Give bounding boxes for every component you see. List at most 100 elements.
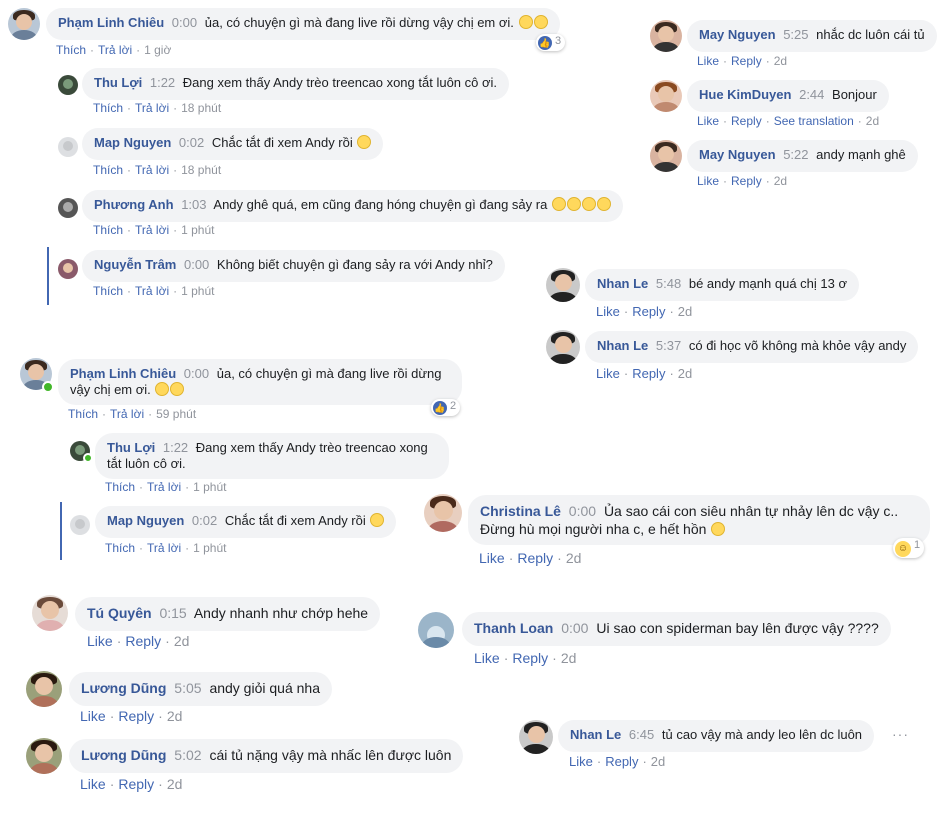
avatar[interactable] — [418, 612, 454, 648]
timestamp-link[interactable]: 5:25 — [783, 27, 808, 42]
reply-button[interactable]: Reply — [731, 114, 762, 128]
reply-button[interactable]: Reply — [512, 650, 548, 666]
commenter-name[interactable]: May Nguyen — [699, 147, 776, 162]
like-button[interactable]: Like — [697, 54, 719, 68]
like-button[interactable]: Like — [80, 708, 106, 724]
commenter-name[interactable]: Nhan Le — [597, 338, 648, 353]
commenter-name[interactable]: Christina Lê — [480, 503, 561, 519]
time-ago[interactable]: 1 giờ — [144, 43, 171, 57]
commenter-name[interactable]: Lương Dũng — [81, 747, 166, 763]
timestamp-link[interactable]: 0:00 — [172, 15, 197, 30]
like-button[interactable]: Like — [596, 366, 620, 381]
timestamp-link[interactable]: 5:05 — [174, 680, 201, 696]
timestamp-link[interactable]: 1:22 — [150, 75, 175, 90]
avatar[interactable] — [424, 494, 462, 532]
avatar[interactable] — [58, 259, 78, 279]
time-ago[interactable]: 2d — [678, 304, 692, 319]
commenter-name[interactable]: Tú Quyên — [87, 605, 152, 621]
reply-button[interactable]: Reply — [605, 754, 638, 769]
timestamp-link[interactable]: 0:00 — [569, 503, 596, 519]
reaction-count[interactable]: 👍 2 — [431, 399, 461, 416]
timestamp-link[interactable]: 0:15 — [159, 605, 186, 621]
like-button[interactable]: Like — [697, 174, 719, 188]
like-button[interactable]: Like — [569, 754, 593, 769]
commenter-name[interactable]: Map Nguyen — [107, 513, 184, 528]
avatar[interactable] — [58, 137, 78, 157]
avatar[interactable] — [8, 8, 40, 40]
timestamp-link[interactable]: 5:48 — [656, 276, 681, 291]
like-button[interactable]: Like — [474, 650, 500, 666]
reply-button[interactable]: Reply — [632, 304, 665, 319]
commenter-name[interactable]: Thanh Loan — [474, 620, 553, 636]
like-button[interactable]: Thích — [93, 101, 123, 115]
timestamp-link[interactable]: 0:00 — [561, 620, 588, 636]
like-button[interactable]: Like — [80, 776, 106, 792]
commenter-name[interactable]: Hue KimDuyen — [699, 87, 791, 102]
like-button[interactable]: Like — [596, 304, 620, 319]
timestamp-link[interactable]: 1:22 — [163, 440, 188, 455]
time-ago[interactable]: 2d — [774, 174, 787, 188]
avatar[interactable] — [546, 268, 580, 302]
time-ago[interactable]: 2d — [174, 633, 190, 649]
time-ago[interactable]: 2d — [678, 366, 692, 381]
timestamp-link[interactable]: 6:45 — [629, 727, 654, 742]
avatar[interactable] — [519, 720, 553, 754]
time-ago[interactable]: 2d — [566, 550, 582, 566]
timestamp-link[interactable]: 0:02 — [192, 513, 217, 528]
timestamp-link[interactable]: 5:22 — [783, 147, 808, 162]
avatar[interactable] — [650, 80, 682, 112]
reaction-count[interactable]: ☺ 1 — [893, 538, 925, 558]
avatar[interactable] — [58, 198, 78, 218]
time-ago[interactable]: 2d — [167, 776, 183, 792]
timestamp-link[interactable]: 0:00 — [184, 366, 209, 381]
time-ago[interactable]: 1 phút — [193, 541, 226, 555]
avatar[interactable] — [546, 330, 580, 364]
reply-button[interactable]: Trả lời — [135, 284, 169, 298]
reply-button[interactable]: Trả lời — [135, 163, 169, 177]
reply-button[interactable]: Reply — [125, 633, 161, 649]
commenter-name[interactable]: Thu Lợi — [94, 75, 142, 90]
reply-button[interactable]: Reply — [731, 54, 762, 68]
time-ago[interactable]: 1 phút — [181, 284, 214, 298]
see-translation-link[interactable]: See translation — [774, 114, 854, 128]
timestamp-link[interactable]: 1:03 — [181, 197, 206, 212]
like-button[interactable]: Like — [697, 114, 719, 128]
time-ago[interactable]: 2d — [866, 114, 879, 128]
reply-button[interactable]: Trả lời — [147, 480, 181, 494]
avatar[interactable] — [26, 671, 62, 707]
reply-button[interactable]: Trả lời — [135, 101, 169, 115]
time-ago[interactable]: 59 phút — [156, 407, 196, 421]
reply-button[interactable]: Trả lời — [147, 541, 181, 555]
commenter-name[interactable]: Map Nguyen — [94, 135, 171, 150]
time-ago[interactable]: 18 phút — [181, 163, 221, 177]
commenter-name[interactable]: Phạm Linh Chiêu — [58, 15, 164, 30]
reply-button[interactable]: Reply — [118, 708, 154, 724]
commenter-name[interactable]: Lương Dũng — [81, 680, 166, 696]
time-ago[interactable]: 1 phút — [193, 480, 226, 494]
reply-button[interactable]: Reply — [731, 174, 762, 188]
time-ago[interactable]: 2d — [774, 54, 787, 68]
avatar[interactable] — [650, 140, 682, 172]
more-options-icon[interactable]: ··· — [892, 726, 909, 742]
commenter-name[interactable]: Nguyễn Trâm — [94, 257, 176, 272]
time-ago[interactable]: 18 phút — [181, 101, 221, 115]
timestamp-link[interactable]: 0:02 — [179, 135, 204, 150]
avatar[interactable] — [70, 515, 90, 535]
like-button[interactable]: Thích — [68, 407, 98, 421]
reply-button[interactable]: Trả lời — [98, 43, 132, 57]
like-button[interactable]: Like — [87, 633, 113, 649]
reaction-count[interactable]: 👍 3 — [536, 34, 566, 51]
timestamp-link[interactable]: 5:02 — [174, 747, 201, 763]
avatar[interactable] — [32, 595, 68, 631]
avatar[interactable] — [58, 75, 78, 95]
timestamp-link[interactable]: 5:37 — [656, 338, 681, 353]
commenter-name[interactable]: Phương Anh — [94, 197, 174, 212]
time-ago[interactable]: 2d — [167, 708, 183, 724]
like-button[interactable]: Thích — [105, 480, 135, 494]
timestamp-link[interactable]: 0:00 — [184, 257, 209, 272]
commenter-name[interactable]: Thu Lợi — [107, 440, 155, 455]
timestamp-link[interactable]: 2:44 — [799, 87, 824, 102]
commenter-name[interactable]: Phạm Linh Chiêu — [70, 366, 176, 381]
reply-button[interactable]: Reply — [517, 550, 553, 566]
like-button[interactable]: Thích — [93, 284, 123, 298]
